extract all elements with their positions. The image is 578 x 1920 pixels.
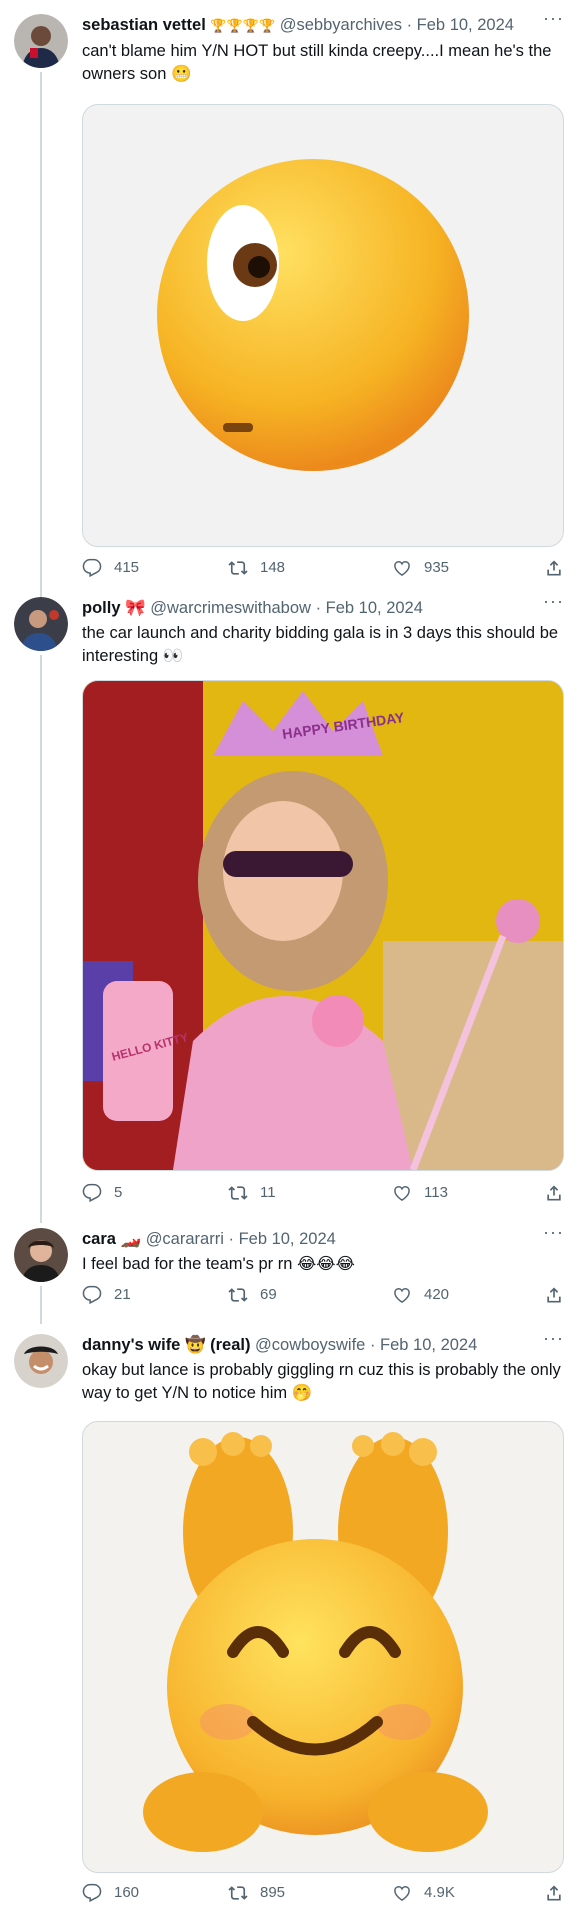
- share-icon: [544, 1883, 564, 1903]
- timestamp[interactable]: Feb 10, 2024: [326, 599, 423, 617]
- reply-icon: [82, 1285, 102, 1305]
- like-button[interactable]: 935: [392, 558, 449, 578]
- reply-icon: [82, 558, 102, 578]
- reply-icon: [82, 1883, 102, 1903]
- reply-icon: [82, 1183, 102, 1203]
- retweet-icon: [228, 558, 248, 578]
- separator: ·: [315, 599, 322, 617]
- reply-count: 21: [114, 1286, 131, 1303]
- tweet-image[interactable]: [82, 104, 564, 547]
- more-options-icon[interactable]: ···: [543, 1222, 564, 1243]
- tweet-image[interactable]: [82, 1421, 564, 1873]
- name-emoji: 🏎️: [120, 1230, 142, 1248]
- like-button[interactable]: 420: [392, 1285, 449, 1305]
- retweet-button[interactable]: 148: [228, 558, 285, 578]
- tweet-text: the car launch and charity bidding gala …: [82, 624, 559, 665]
- retweet-button[interactable]: 69: [228, 1285, 277, 1305]
- share-button[interactable]: [544, 1285, 576, 1305]
- heart-icon: [392, 1183, 412, 1203]
- name-emoji: 🤠 (real): [184, 1336, 251, 1354]
- retweet-icon: [228, 1883, 248, 1903]
- reply-button[interactable]: 5: [82, 1183, 122, 1203]
- handle[interactable]: @cowboyswife: [255, 1336, 365, 1354]
- like-count: 113: [424, 1184, 448, 1201]
- like-button[interactable]: 113: [392, 1183, 448, 1203]
- reply-button[interactable]: 21: [82, 1285, 131, 1305]
- retweet-count: 11: [260, 1184, 276, 1201]
- tweet-3[interactable]: cara 🏎️ @carararri · Feb 10, 2024 ··· I …: [0, 1214, 578, 1324]
- tweet-4[interactable]: danny's wife 🤠 (real) @cowboyswife · Feb…: [0, 1320, 578, 1920]
- reply-count: 5: [114, 1184, 123, 1201]
- reply-button[interactable]: 160: [82, 1883, 139, 1903]
- more-options-icon[interactable]: ···: [543, 1328, 564, 1349]
- thread-line: [40, 72, 42, 600]
- timestamp[interactable]: Feb 10, 2024: [417, 16, 514, 34]
- name-emoji: 🏆🏆🏆🏆: [210, 18, 276, 33]
- more-options-icon[interactable]: ···: [543, 591, 564, 612]
- retweet-button[interactable]: 895: [228, 1883, 285, 1903]
- share-button[interactable]: [544, 558, 576, 578]
- separator: ·: [406, 16, 413, 34]
- avatar[interactable]: [14, 597, 68, 651]
- retweet-count: 148: [260, 559, 286, 576]
- reply-count: 160: [114, 1884, 140, 1901]
- share-icon: [544, 558, 564, 578]
- tweet-text: can't blame him Y/N HOT but still kinda …: [82, 42, 552, 83]
- handle[interactable]: @warcrimeswithabow: [150, 599, 311, 617]
- display-name[interactable]: danny's wife: [82, 1336, 180, 1354]
- retweet-button[interactable]: 11: [228, 1183, 276, 1203]
- party-toddler-photo: HAPPY BIRTHDAY HELLO KITTY: [83, 681, 563, 1170]
- retweet-icon: [228, 1285, 248, 1305]
- tweet-1[interactable]: sebastian vettel 🏆🏆🏆🏆 @sebbyarchives · F…: [0, 0, 578, 600]
- tweet-2[interactable]: polly 🎀 @warcrimeswithabow · Feb 10, 202…: [0, 583, 578, 1223]
- avatar[interactable]: [14, 14, 68, 68]
- handle[interactable]: @carararri: [146, 1230, 224, 1248]
- tweet-text: I feel bad for the team's pr rn 😂😂😂: [82, 1255, 355, 1273]
- reply-count: 415: [114, 559, 140, 576]
- avatar[interactable]: [14, 1228, 68, 1282]
- display-name[interactable]: cara: [82, 1230, 116, 1248]
- like-button[interactable]: 4.9K: [392, 1883, 455, 1903]
- timestamp[interactable]: Feb 10, 2024: [239, 1230, 336, 1248]
- share-button[interactable]: [544, 1883, 576, 1903]
- display-name[interactable]: polly: [82, 599, 121, 617]
- tweet-text: okay but lance is probably giggling rn c…: [82, 1361, 561, 1402]
- display-name[interactable]: sebastian vettel: [82, 16, 206, 34]
- like-count: 4.9K: [424, 1884, 455, 1901]
- reply-button[interactable]: 415: [82, 558, 139, 578]
- retweet-count: 895: [260, 1884, 286, 1901]
- share-button[interactable]: [544, 1183, 576, 1203]
- thread-line: [40, 655, 42, 1223]
- more-options-icon[interactable]: ···: [543, 8, 564, 29]
- separator: ·: [228, 1230, 234, 1248]
- avatar[interactable]: [14, 1334, 68, 1388]
- handle[interactable]: @sebbyarchives: [280, 16, 402, 34]
- like-count: 935: [424, 559, 450, 576]
- heart-icon: [392, 558, 412, 578]
- side-eye-emoji-icon: [157, 159, 469, 471]
- like-count: 420: [424, 1286, 450, 1303]
- name-emoji: 🎀: [125, 599, 146, 617]
- heart-icon: [392, 1285, 412, 1305]
- separator: ·: [369, 1336, 376, 1354]
- share-icon: [544, 1285, 564, 1305]
- thread-line: [40, 1286, 42, 1324]
- retweet-icon: [228, 1183, 248, 1203]
- smiling-emoji-with-feet-icon: [143, 1432, 488, 1852]
- heart-icon: [392, 1883, 412, 1903]
- share-icon: [544, 1183, 564, 1203]
- retweet-count: 69: [260, 1286, 277, 1303]
- tweet-image[interactable]: HAPPY BIRTHDAY HELLO KITTY: [82, 680, 564, 1171]
- timestamp[interactable]: Feb 10, 2024: [380, 1336, 477, 1354]
